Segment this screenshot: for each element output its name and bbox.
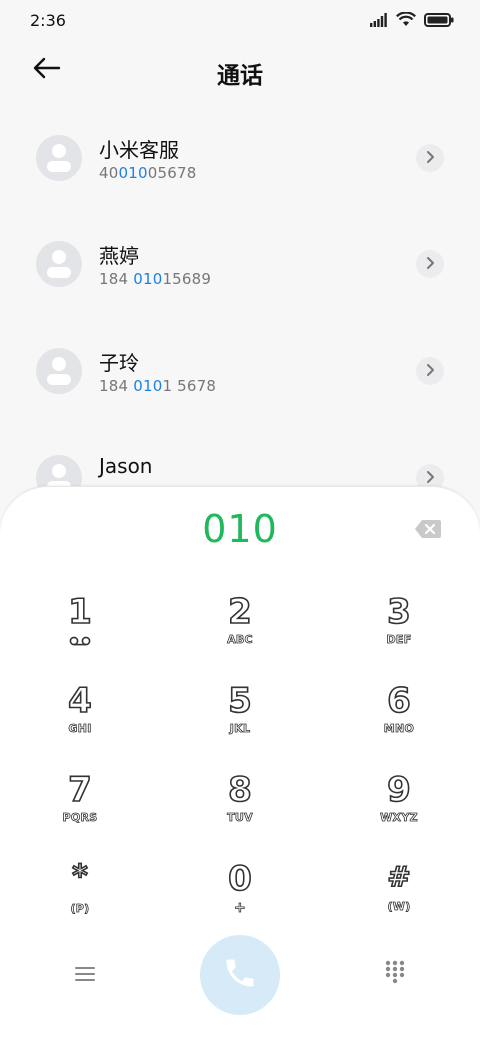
key-digit: 5 [227, 681, 252, 721]
key-digit: 6 [386, 681, 411, 721]
menu-button[interactable] [68, 959, 102, 993]
key-letters: GHI [68, 722, 92, 736]
menu-icon [75, 966, 95, 986]
chevron-right-icon [425, 255, 435, 274]
status-bar: 2:36 [0, 0, 480, 40]
key-letters: WXYZ [380, 811, 418, 825]
phone-icon [222, 955, 258, 995]
key-3[interactable]: 3 DEF [339, 587, 459, 667]
key-2[interactable]: 2 ABC [180, 587, 300, 667]
key-letters: JKL [229, 722, 251, 736]
call-button[interactable] [200, 935, 280, 1015]
key-letters: PQRS [62, 811, 98, 825]
key-digit: 8 [227, 770, 252, 810]
key-7[interactable]: 7 PQRS [20, 765, 140, 845]
key-6[interactable]: 6 MNO [339, 676, 459, 756]
backspace-button[interactable] [414, 519, 442, 539]
status-time: 2:36 [30, 11, 66, 30]
dialpad-toggle-button[interactable] [378, 957, 412, 991]
key-letters: TUV [227, 811, 253, 825]
dialed-number-display[interactable]: 010 [0, 507, 480, 551]
chevron-right-icon [425, 362, 435, 381]
key-letters: ABC [227, 633, 253, 647]
contact-detail-button[interactable] [416, 144, 444, 172]
contact-name: 小米客服 [99, 138, 179, 162]
page-title: 通话 [217, 63, 263, 89]
key-digit: # [386, 859, 411, 894]
voicemail-icon [69, 631, 91, 650]
contact-number: 184 0101 5678 [99, 377, 217, 395]
contact-row[interactable]: 子玲 184 0101 5678 [0, 321, 480, 421]
key-digit: 7 [67, 770, 92, 810]
dialer-bottom-bar [0, 935, 480, 1015]
key-4[interactable]: 4 GHI [20, 676, 140, 756]
key-letters: MNO [383, 722, 415, 736]
key-0[interactable]: 0 + [180, 854, 300, 934]
key-letters: + [233, 900, 247, 917]
key-letters: DEF [386, 633, 412, 647]
key-8[interactable]: 8 TUV [180, 765, 300, 845]
contact-row[interactable]: 小米客服 4001005678 [0, 108, 480, 208]
contact-number: 184 01015689 [99, 270, 212, 288]
contact-number: 4001005678 [99, 164, 197, 182]
avatar [36, 135, 82, 181]
key-letters: (P) [70, 902, 90, 916]
key-digit: 3 [386, 592, 411, 632]
header: 通话 [0, 48, 480, 92]
avatar [36, 348, 82, 394]
key-9[interactable]: 9 WXYZ [339, 765, 459, 845]
key-star[interactable]: * (P) [20, 854, 140, 934]
contact-name: Jason [99, 454, 153, 478]
wifi-icon [396, 11, 416, 31]
contact-name: 子玲 [99, 351, 139, 375]
key-digit: 4 [67, 681, 92, 721]
contact-detail-button[interactable] [416, 357, 444, 385]
backspace-icon [414, 520, 442, 543]
dialpad-icon [385, 960, 405, 988]
key-hash[interactable]: # (W) [339, 854, 459, 934]
key-1[interactable]: 1 [20, 587, 140, 667]
status-icons [370, 11, 454, 31]
chevron-right-icon [425, 149, 435, 168]
battery-icon [424, 12, 454, 31]
contact-detail-button[interactable] [416, 250, 444, 278]
contact-name: 燕婷 [99, 244, 139, 268]
key-5[interactable]: 5 JKL [180, 676, 300, 756]
key-digit: * [71, 858, 88, 895]
key-digit: 1 [67, 592, 92, 632]
avatar [36, 241, 82, 287]
key-digit: 0 [227, 859, 252, 899]
key-letters: (W) [387, 900, 411, 914]
key-digit: 9 [386, 770, 411, 810]
signal-icon [370, 12, 388, 31]
chevron-right-icon [425, 469, 435, 488]
contact-row[interactable]: 燕婷 184 01015689 [0, 214, 480, 314]
key-digit: 2 [227, 592, 252, 632]
